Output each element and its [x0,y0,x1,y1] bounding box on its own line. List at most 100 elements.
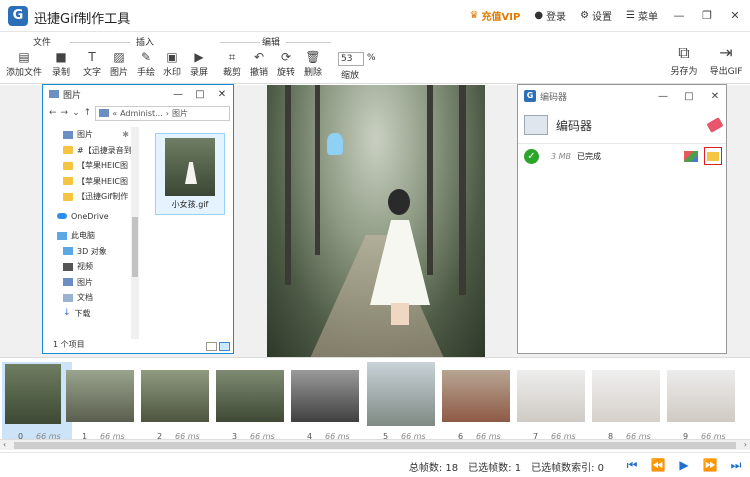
tree-item-folder[interactable]: #【迅捷录音到 [43,143,133,159]
address-segment[interactable]: Administ... [120,109,163,118]
frame-item[interactable]: 7 66 ms [517,362,587,441]
toolbar: 文件 插入 编辑 ▤ 添加文件 ■ 录制 T 文字 ▨ 图片 ✎ 手绘 ▣ 水印 ▶ 录屏 ⌗… [0,32,750,84]
undo-label: 撤销 [249,68,268,78]
explorer-minimize-button[interactable]: — [167,89,189,100]
large-icons-view-icon[interactable] [219,342,230,351]
tree-item-this-pc[interactable]: 此电脑 [43,228,133,244]
next-frame-icon[interactable]: ⏩ [702,458,718,472]
up-icon[interactable]: ↑ [84,108,92,118]
hamburger-icon: ☰ [626,10,635,21]
file-group-title: 文件 [33,38,52,48]
screen-record-label: 录屏 [189,68,208,78]
back-icon[interactable]: ← [49,108,57,118]
chevron-down-icon[interactable]: ⌄ [72,108,80,118]
frame-item[interactable]: 4 66 ms [291,362,361,441]
text-button[interactable]: T 文字 [77,50,107,78]
scroll-left-icon[interactable]: ‹ [3,440,6,449]
image-folder-icon [49,90,59,98]
add-file-button[interactable]: ▤ 添加文件 [4,50,44,78]
record-label: 录制 [51,68,70,78]
preview-canvas[interactable] [267,85,485,357]
frame-item[interactable]: 1 66 ms [66,362,136,441]
explorer-maximize-button[interactable]: □ [189,89,211,100]
tree-item-folder[interactable]: 【苹果HEIC图 [43,174,133,190]
frame-thumbnail [367,362,435,426]
gear-icon: ⚙ [580,10,590,21]
login-label: 登录 [546,12,567,23]
file-name: 小女孩.gif [171,200,209,209]
frame-item[interactable]: 8 66 ms [592,362,662,441]
file-thumbnail [165,138,215,196]
scrollbar-thumb[interactable] [132,217,138,277]
settings-button[interactable]: ⚙ 设置 [580,8,612,23]
filmstrip-scrollbar[interactable]: ‹ › [0,439,750,450]
login-button[interactable]: ● 登录 [534,8,566,23]
image-folder-icon [99,109,110,117]
record-button[interactable]: ■ 录制 [46,50,76,78]
open-image-icon[interactable] [684,150,698,162]
menu-button[interactable]: ☰ 菜单 [626,8,658,23]
crown-icon: ♛ [469,10,479,21]
folder-icon [63,177,73,186]
restore-button[interactable]: ❐ [700,9,714,22]
previous-frame-icon[interactable]: ⏪ [650,458,666,472]
first-frame-icon[interactable]: ⏮ [624,458,640,472]
address-bar[interactable]: « Administ... › 图片 [95,105,230,121]
export-gif-label: 导出GIF [709,67,743,77]
pin-icon: ✱ [122,130,129,140]
frame-stats: 总帧数: 18 已选帧数: 1 已选帧数索引: 0 [409,459,604,474]
frame-item[interactable]: 0 66 ms [2,362,72,441]
delete-button[interactable]: 🗑 删除 [298,50,328,78]
frame-item[interactable]: 5 66 ms [367,362,437,441]
frame-item[interactable]: 6 66 ms [442,362,512,441]
last-frame-icon[interactable]: ⏭ [728,458,744,472]
frame-item[interactable]: 2 66 ms [141,362,211,441]
screen-record-button[interactable]: ▶ 录屏 [184,50,214,78]
fairy-sticker[interactable] [327,133,343,155]
tree-item-videos[interactable]: 视频 [43,259,133,275]
close-button[interactable]: ✕ [728,9,742,22]
text-label: 文字 [82,68,101,78]
tree-item-pictures[interactable]: 图片 [43,275,133,291]
save-as-button[interactable]: ⧉ 另存为 [666,42,702,77]
encoder-close-button[interactable]: ✕ [704,91,726,102]
explorer-close-button[interactable]: ✕ [211,89,233,100]
eraser-icon[interactable] [706,117,724,133]
zoom-input[interactable]: 53 [338,52,364,66]
frame-thumbnail [517,370,585,422]
export-icon: ⇥ [719,43,733,62]
vip-button[interactable]: ♛ 充值VIP [470,8,521,23]
crop-button[interactable]: ⌗ 裁剪 [217,50,247,78]
tree-item-3d-objects[interactable]: 3D 对象 [43,244,133,260]
selected-frame-index: 已选帧数索引: 0 [531,463,604,474]
onedrive-icon [57,213,67,220]
tree-item-folder[interactable]: 【迅捷Gif制作 [43,189,133,205]
file-item-gif[interactable]: 小女孩.gif [155,133,225,215]
frame-item[interactable]: 3 66 ms [216,362,286,441]
play-icon[interactable]: ▶ [676,458,692,472]
tree-item-folder[interactable]: 【苹果HEIC图 [43,158,133,174]
freehand-label: 手绘 [136,68,155,78]
tree-item-downloads[interactable]: ↓ 下载 [43,306,133,322]
scroll-right-icon[interactable]: › [744,440,747,449]
frame-thumbnail [592,370,660,422]
rotate-button[interactable]: ⟳ 旋转 [271,50,301,78]
forward-icon[interactable]: → [61,108,69,118]
tree-item-pictures-pinned[interactable]: 图片 ✱ [43,127,133,143]
tree-item-onedrive[interactable]: OneDrive [43,209,133,225]
details-view-icon[interactable] [206,342,217,351]
open-folder-button[interactable] [704,147,722,165]
watermark-button[interactable]: ▣ 水印 [157,50,187,78]
frame-item[interactable]: 9 66 ms [667,362,737,441]
address-segment[interactable]: 图片 [172,108,188,119]
scrollbar-thumb[interactable] [14,442,736,449]
encoder-minimize-button[interactable]: — [652,91,674,102]
export-gif-button[interactable]: ⇥ 导出GIF [706,42,746,77]
undo-button[interactable]: ↶ 撤销 [244,50,274,78]
tree-scrollbar[interactable] [131,127,139,339]
encoder-maximize-button[interactable]: □ [678,91,700,102]
crop-label: 裁剪 [222,68,241,78]
image-button[interactable]: ▨ 图片 [104,50,134,78]
tree-item-documents[interactable]: 文档 [43,290,133,306]
minimize-button[interactable]: — [672,9,686,22]
